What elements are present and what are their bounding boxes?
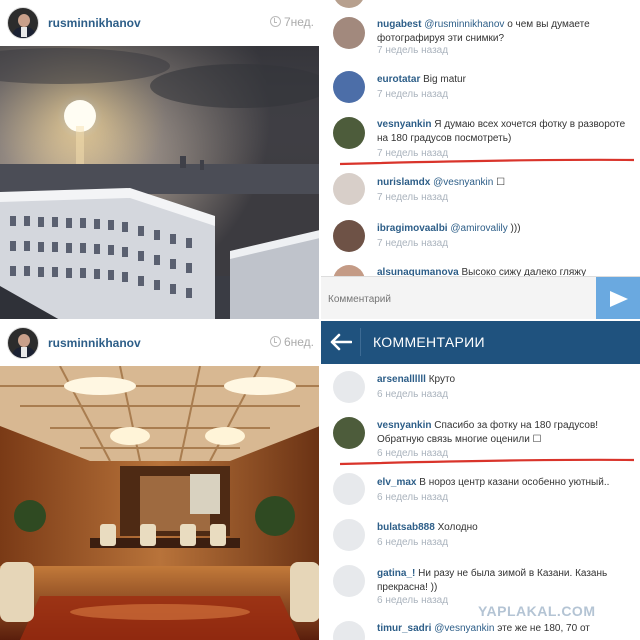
comment-username[interactable]: vesnyankin	[377, 119, 431, 130]
comment-text: gatina_! Ни разу не была зимой в Казани.…	[377, 567, 632, 595]
back-arrow-icon[interactable]	[330, 333, 352, 351]
commenter-avatar[interactable]	[333, 565, 365, 597]
comment-text: ibragimovaalbi @amirovalily )))	[377, 222, 632, 236]
post-photo-winter-city[interactable]	[0, 46, 320, 320]
comment-time: 6 недель назад	[377, 492, 449, 503]
comment-text: bulatsab888 Холодно	[377, 521, 632, 535]
comment-username[interactable]: elv_max	[377, 477, 416, 488]
comment-username[interactable]: gatina_!	[377, 568, 415, 579]
user-avatar[interactable]	[7, 327, 39, 359]
comments-header: КОММЕНТАРИИ	[320, 320, 640, 364]
post-panel-hall: rusminnikhanov 6нед.	[0, 320, 320, 640]
comment-text: eurotatar Big matur	[377, 73, 632, 87]
comment-text: vesnyankin Я думаю всех хочется фотку в …	[377, 118, 632, 146]
comment-time: 7 недель назад	[377, 192, 449, 203]
comment-body: Big matur	[423, 74, 466, 85]
commenter-avatar[interactable]	[333, 173, 365, 205]
post-header: rusminnikhanov 6нед.	[0, 320, 320, 366]
comment-time: 6 недель назад	[377, 595, 449, 606]
comment-username[interactable]: arsenallllll	[377, 374, 426, 385]
comment-body: В нороз центр казани особенно уютный..	[419, 477, 610, 488]
commenter-avatar[interactable]	[333, 417, 365, 449]
comments-panel-1: nugabest @rusminnikhanov о чем вы думает…	[320, 0, 640, 320]
commenter-avatar[interactable]	[333, 220, 365, 252]
post-photo-hall-interior[interactable]	[0, 366, 320, 640]
comment-username[interactable]: bulatsab888	[377, 522, 435, 533]
clock-icon	[269, 16, 281, 27]
comment-text: timur_sadri @vesnyankin эте же не 180, 7…	[377, 622, 632, 636]
commenter-avatar[interactable]	[333, 117, 365, 149]
comment-mention[interactable]: @rusminnikhanov	[424, 19, 504, 30]
comment-text: nurislamdx @vesnyankin ☐	[377, 176, 632, 190]
user-avatar[interactable]	[7, 7, 39, 39]
comment-username[interactable]: eurotatar	[377, 74, 420, 85]
post-time-label: 7нед.	[283, 15, 314, 29]
comment-text: vesnyankin Спасибо за фотку на 180 граду…	[377, 419, 632, 447]
comment-compose-bar	[320, 276, 640, 320]
comment-username[interactable]: vesnyankin	[377, 420, 431, 431]
post-username[interactable]: rusminnikhanov	[48, 16, 141, 30]
comments-panel-2: КОММЕНТАРИИ arsenallllll Круто 6 недель …	[320, 320, 640, 640]
comment-time: 7 недель назад	[377, 238, 449, 249]
comment-username[interactable]: nurislamdx	[377, 177, 430, 188]
comment-body: ☐	[493, 177, 506, 188]
comment-username[interactable]: ibragimovaalbi	[377, 223, 448, 234]
comment-text: nugabest @rusminnikhanov о чем вы думает…	[377, 18, 632, 46]
post-time: 6нед.	[269, 335, 314, 349]
watermark: YAPLAKAL.COM	[478, 603, 596, 619]
comment-text: elv_max В нороз центр казани особенно ую…	[377, 476, 632, 490]
clock-icon	[269, 336, 281, 347]
red-underline	[339, 158, 635, 166]
send-arrow-icon	[610, 291, 628, 307]
comment-mention[interactable]: @vesnyankin	[433, 177, 493, 188]
comment-text: arsenallllll Круто	[377, 373, 632, 387]
commenter-avatar[interactable]	[333, 473, 365, 505]
comment-username[interactable]: nugabest	[377, 19, 421, 30]
post-panel-city: rusminnikhanov 7нед.	[0, 0, 320, 320]
comment-time: 7 недель назад	[377, 89, 449, 100]
comment-body: эте же не 180, 70 от	[494, 623, 590, 634]
post-header: rusminnikhanov 7нед.	[0, 0, 320, 46]
header-divider	[360, 328, 361, 356]
commenter-avatar[interactable]	[333, 0, 365, 8]
comment-time: 6 недель назад	[377, 389, 449, 400]
post-username[interactable]: rusminnikhanov	[48, 336, 141, 350]
commenter-avatar[interactable]	[333, 17, 365, 49]
send-button[interactable]	[596, 277, 640, 320]
commenter-avatar[interactable]	[333, 371, 365, 403]
red-underline	[339, 458, 635, 466]
commenter-avatar[interactable]	[333, 71, 365, 103]
collage-divider-horizontal	[0, 319, 640, 321]
comment-body: Круто	[428, 374, 456, 385]
comment-username[interactable]: timur_sadri	[377, 623, 431, 634]
comment-input[interactable]	[328, 285, 592, 313]
comment-time: 6 недель назад	[377, 537, 449, 548]
comment-time: 7 недель назад	[377, 45, 449, 56]
comment-mention[interactable]: @amirovalily	[450, 223, 507, 234]
comment-body: )))	[507, 223, 521, 234]
post-time-label: 6нед.	[283, 335, 314, 349]
comment-mention[interactable]: @vesnyankin	[434, 623, 494, 634]
post-time: 7нед.	[269, 15, 314, 29]
commenter-avatar[interactable]	[333, 519, 365, 551]
comments-title: КОММЕНТАРИИ	[373, 334, 485, 350]
comment-body: Холодно	[437, 522, 478, 533]
commenter-avatar[interactable]	[333, 621, 365, 640]
